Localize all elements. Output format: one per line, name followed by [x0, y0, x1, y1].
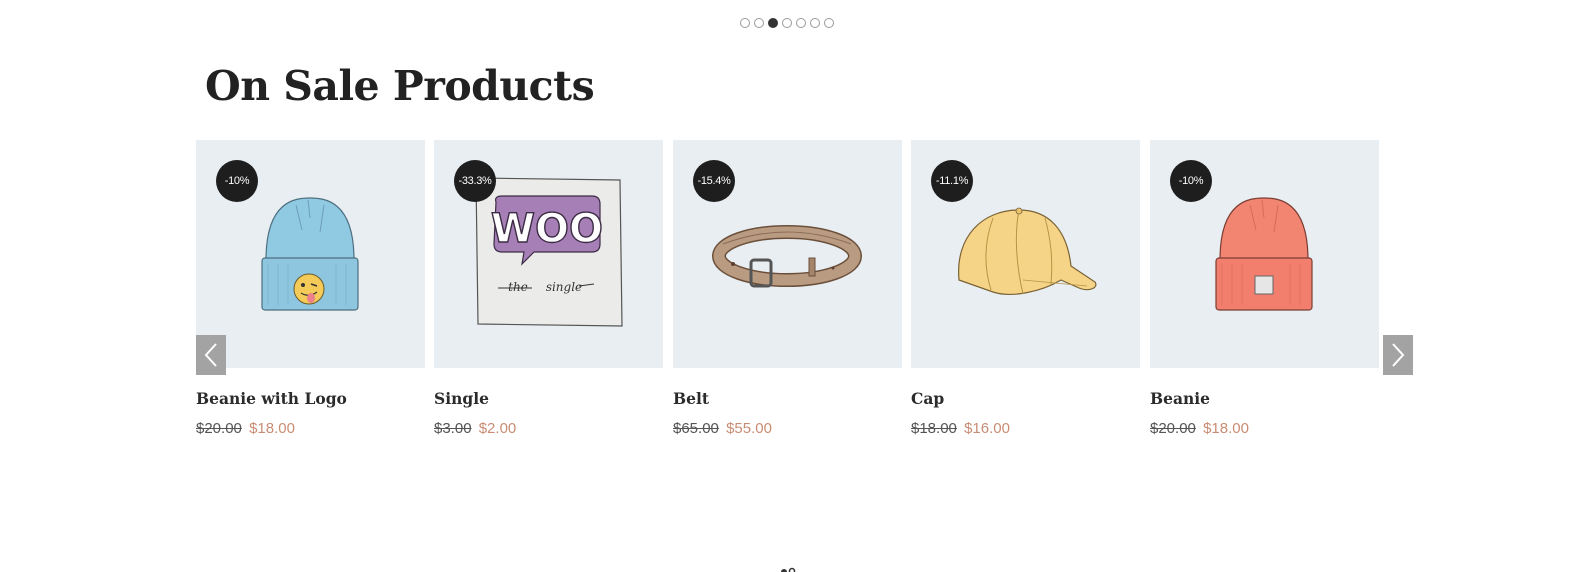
discount-badge: -11.1%	[931, 160, 973, 202]
decorative-icon	[781, 567, 796, 572]
product-carousel: -10% Beanie with Logo $20.00 $18.00 WOO …	[196, 140, 1379, 450]
svg-text:WOO: WOO	[491, 206, 603, 252]
original-price: $20.00	[1150, 420, 1196, 437]
svg-text:single: single	[546, 280, 582, 294]
product-card[interactable]: WOO the single -33.3% Single $3.00 $2.00	[434, 140, 663, 450]
carousel-dot[interactable]	[796, 18, 806, 28]
product-name[interactable]: Belt	[673, 389, 709, 408]
product-price: $20.00 $18.00	[196, 420, 295, 437]
carousel-dot[interactable]	[754, 18, 764, 28]
carousel-dot[interactable]	[824, 18, 834, 28]
sale-price: $2.00	[478, 420, 517, 437]
chevron-right-icon	[1392, 343, 1405, 367]
carousel-dot[interactable]	[810, 18, 820, 28]
discount-badge: -15.4%	[693, 160, 735, 202]
product-price: $65.00 $55.00	[673, 420, 772, 437]
sale-price: $16.00	[964, 420, 1010, 437]
carousel-prev-button[interactable]	[196, 335, 226, 375]
original-price: $3.00	[434, 420, 472, 437]
product-card[interactable]: -10% Beanie $20.00 $18.00	[1150, 140, 1379, 450]
sale-price: $18.00	[1203, 420, 1249, 437]
carousel-dot[interactable]	[740, 18, 750, 28]
product-image[interactable]: -11.1%	[911, 140, 1140, 368]
chevron-left-icon	[204, 343, 217, 367]
product-name[interactable]: Beanie	[1150, 389, 1210, 408]
original-price: $65.00	[673, 420, 719, 437]
product-image[interactable]: -10%	[1150, 140, 1379, 368]
product-price: $18.00 $16.00	[911, 420, 1010, 437]
product-image[interactable]: -15.4%	[673, 140, 902, 368]
carousel-next-button[interactable]	[1383, 335, 1413, 375]
carousel-dot-active[interactable]	[768, 18, 778, 28]
product-price: $3.00 $2.00	[434, 420, 516, 437]
original-price: $20.00	[196, 420, 242, 437]
original-price: $18.00	[911, 420, 957, 437]
product-image[interactable]: -10%	[196, 140, 425, 368]
carousel-dot[interactable]	[782, 18, 792, 28]
product-card[interactable]: -10% Beanie with Logo $20.00 $18.00	[196, 140, 425, 450]
product-price: $20.00 $18.00	[1150, 420, 1249, 437]
discount-badge: -10%	[216, 160, 258, 202]
product-card[interactable]: -15.4% Belt $65.00 $55.00	[673, 140, 902, 450]
section-title: On Sale Products	[205, 62, 595, 110]
product-card[interactable]: -11.1% Cap $18.00 $16.00	[911, 140, 1140, 450]
product-name[interactable]: Single	[434, 389, 489, 408]
carousel-pagination	[740, 18, 834, 28]
svg-text:the: the	[508, 280, 528, 294]
product-image[interactable]: WOO the single -33.3%	[434, 140, 663, 368]
product-name[interactable]: Cap	[911, 389, 944, 408]
product-name[interactable]: Beanie with Logo	[196, 389, 347, 408]
sale-price: $55.00	[726, 420, 772, 437]
sale-price: $18.00	[249, 420, 295, 437]
discount-badge: -10%	[1170, 160, 1212, 202]
discount-badge: -33.3%	[454, 160, 496, 202]
